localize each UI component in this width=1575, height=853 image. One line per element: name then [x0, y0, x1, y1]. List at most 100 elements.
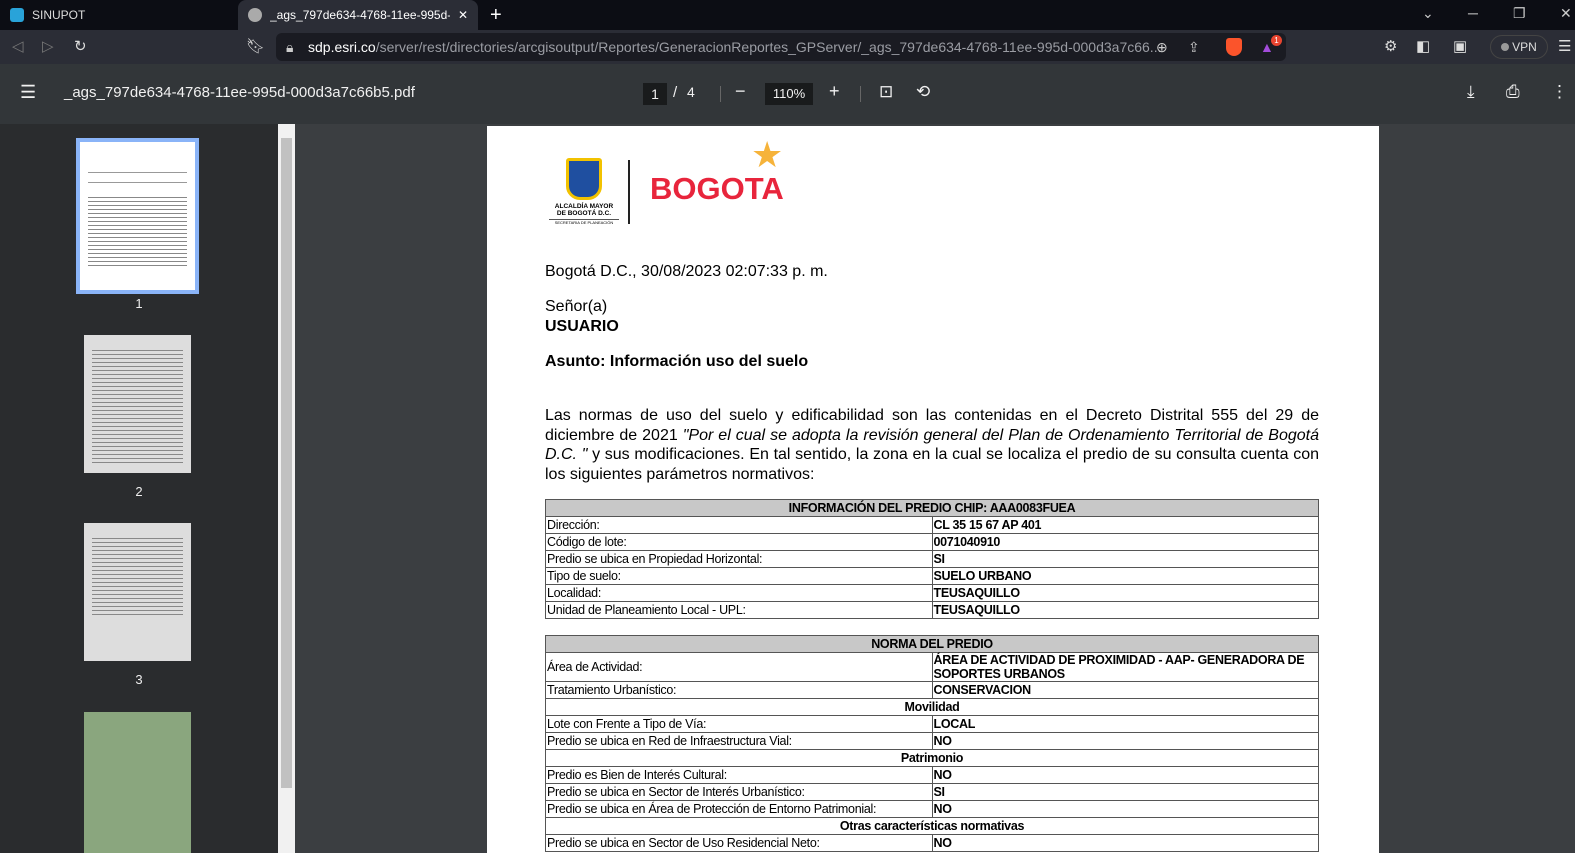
logo-line: ALCALDÍA MAYOR — [554, 203, 614, 210]
norma-table: NORMA DEL PREDIO Área de Actividad: ÁREA … — [545, 635, 1319, 852]
cell-label: Unidad de Planeamiento Local - UPL: — [545, 601, 933, 619]
tab-sinupot[interactable]: SINUPOT — [0, 0, 235, 30]
extensions-icon[interactable]: ⚙︎ — [1384, 37, 1397, 55]
pdf-toolbar: ☰ _ags_797de634-4768-11ee-995d-000d3a7c6… — [0, 64, 1575, 124]
section-header: Otras características normativas — [545, 817, 1319, 835]
tab-pdf[interactable]: _ags_797de634-4768-11ee-995d-0 ✕ — [238, 0, 478, 30]
divider — [720, 86, 721, 102]
cell-value: NO — [931, 732, 1319, 750]
wallet-icon[interactable]: ▣ — [1453, 37, 1467, 55]
cell-label: Predio es Bien de Interés Cultural: — [545, 766, 933, 784]
table-row: Predio es Bien de Interés Cultural: NO — [545, 766, 1319, 784]
page-number-input[interactable]: 1 — [643, 83, 667, 105]
bookmark-icon[interactable]: 🔖︎ — [246, 37, 265, 55]
table-row: Área de Actividad: ÁREA DE ACTIVIDAD DE P… — [545, 652, 1319, 682]
thumbnail-label: 1 — [135, 296, 143, 311]
cell-label: Predio se ubica en Red de Infraestructur… — [545, 732, 933, 750]
table-row: Predio se ubica en Red de Infraestructur… — [545, 732, 1319, 750]
thumbnail-page-2[interactable] — [84, 335, 191, 473]
url-host: sdp.esri.co — [308, 39, 376, 55]
property-info-table: INFORMACIÓN DEL PREDIO CHIP: AAA0083FUEA… — [545, 499, 1319, 619]
section-header: Movilidad — [545, 698, 1319, 716]
bogota-brand-logo: BOGOTA — [650, 171, 784, 206]
table-header: INFORMACIÓN DEL PREDIO CHIP: AAA0083FUEA — [545, 499, 1319, 517]
pdf-filename: _ags_797de634-4768-11ee-995d-000d3a7c66b… — [64, 84, 415, 101]
print-icon[interactable]: ⎙ — [1506, 82, 1520, 102]
logo-divider — [628, 160, 630, 224]
cell-value: CONSERVACION — [931, 681, 1319, 699]
cell-value: SI — [931, 783, 1319, 801]
subject: Asunto: Información uso del suelo — [545, 353, 809, 370]
new-tab-button[interactable]: + — [490, 4, 502, 27]
cell-label: Lote con Frente a Tipo de Vía: — [545, 715, 933, 733]
table-row: Predio se ubica en Sector de Interés Urb… — [545, 783, 1319, 801]
back-icon[interactable]: ◁ — [12, 37, 24, 55]
tab-search-icon[interactable]: ⌄ — [1422, 5, 1434, 22]
fit-page-icon[interactable]: ⊡ — [879, 82, 893, 102]
cell-value: CL 35 15 67 AP 401 — [931, 516, 1319, 534]
table-row: Localidad: TEUSAQUILLO — [545, 584, 1319, 602]
download-icon[interactable]: ⤓ — [1467, 82, 1475, 102]
globe-icon — [248, 8, 262, 22]
table-row: Predio se ubica en Propiedad Horizontal:… — [545, 550, 1319, 568]
close-tab-icon[interactable]: ✕ — [458, 8, 468, 22]
coat-of-arms-icon — [566, 158, 602, 200]
thumbnail-label: 2 — [135, 484, 143, 499]
hamburger-menu-icon[interactable]: ☰ — [20, 82, 36, 103]
cell-value: LOCAL — [931, 715, 1319, 733]
cell-label: NORMA DEL PREDIO — [545, 635, 1319, 653]
more-options-icon[interactable]: ⋮ — [1551, 82, 1568, 102]
cell-label: INFORMACIÓN DEL PREDIO CHIP: AAA0083FUEA — [545, 499, 1319, 517]
vpn-status-icon — [1501, 43, 1510, 51]
cell-value: ÁREA DE ACTIVIDAD DE PROXIMIDAD - AAP- G… — [931, 652, 1319, 682]
sidebar-scrollbar[interactable] — [278, 124, 295, 853]
cell-label: Código de lote: — [545, 533, 933, 551]
table-row: Dirección: CL 35 15 67 AP 401 — [545, 516, 1319, 534]
reload-icon[interactable]: ↻ — [74, 37, 87, 55]
cell-value: NO — [931, 800, 1319, 818]
thumbnail-page-3[interactable] — [84, 523, 191, 661]
sidebar-icon[interactable]: ◧ — [1416, 37, 1430, 55]
share-icon[interactable]: ⇪ — [1188, 39, 1200, 56]
cell-value: NO — [931, 834, 1319, 852]
cell-label: Área de Actividad: — [545, 652, 933, 682]
salutation: Señor(a) — [545, 298, 608, 315]
table-row: Predio se ubica en Sector de Uso Residen… — [545, 834, 1319, 852]
body-paragraph: Las normas de uso del suelo y edificabil… — [545, 407, 1319, 483]
cell-value: SI — [931, 550, 1319, 568]
lock-icon: 🔒︎ — [286, 38, 294, 55]
table-row: Lote con Frente a Tipo de Vía: LOCAL — [545, 715, 1319, 733]
zoom-in-button[interactable]: + — [829, 81, 840, 102]
close-window-button[interactable]: ✕ — [1560, 5, 1572, 22]
table-row: Tipo de suelo: SUELO URBANO — [545, 567, 1319, 585]
cell-value: NO — [931, 766, 1319, 784]
tab-title: SINUPOT — [32, 8, 86, 22]
letter-date: Bogotá D.C., 30/08/2023 02:07:33 p. m. — [545, 263, 828, 280]
zoom-out-button[interactable]: − — [735, 81, 746, 102]
zoom-input[interactable]: 110% — [765, 83, 813, 105]
url-input[interactable]: 🔒︎ sdp.esri.co/server/rest/directories/a… — [276, 33, 1286, 61]
cell-label: Predio se ubica en Área de Protección de… — [545, 800, 933, 818]
cell-value: TEUSAQUILLO — [931, 584, 1319, 602]
brave-shield-icon[interactable] — [1226, 38, 1242, 56]
cell-label: Localidad: — [545, 584, 933, 602]
cell-label: Dirección: — [545, 516, 933, 534]
vpn-label: VPN — [1512, 40, 1537, 54]
vpn-button[interactable]: VPN — [1490, 35, 1548, 59]
url-path: /server/rest/directories/arcgisoutput/Re… — [375, 39, 1162, 55]
pdf-page: ALCALDÍA MAYOR DE BOGOTÁ D.C. SECRETARIA… — [487, 126, 1379, 853]
menu-icon[interactable]: ☰ — [1558, 37, 1571, 55]
minimize-button[interactable]: ─ — [1468, 5, 1478, 21]
table-row: Código de lote: 0071040910 — [545, 533, 1319, 551]
address-bar-row: ◁ ▷ ↻ 🔖︎ 🔒︎ sdp.esri.co/server/rest/dire… — [0, 30, 1575, 64]
rotate-icon[interactable]: ⟲ — [916, 82, 930, 102]
cell-label: Predio se ubica en Sector de Uso Residen… — [545, 834, 933, 852]
tab-strip: SINUPOT _ags_797de634-4768-11ee-995d-0 ✕… — [0, 0, 1575, 30]
total-pages: 4 — [687, 84, 695, 100]
zoom-icon[interactable]: ⊕ — [1156, 39, 1168, 56]
alcaldia-logo: ALCALDÍA MAYOR DE BOGOTÁ D.C. SECRETARIA… — [549, 158, 619, 225]
thumbnail-page-4[interactable] — [84, 712, 191, 853]
thumbnail-page-1[interactable] — [76, 138, 199, 294]
forward-icon[interactable]: ▷ — [42, 37, 54, 55]
restore-button[interactable]: ❐ — [1513, 5, 1526, 22]
